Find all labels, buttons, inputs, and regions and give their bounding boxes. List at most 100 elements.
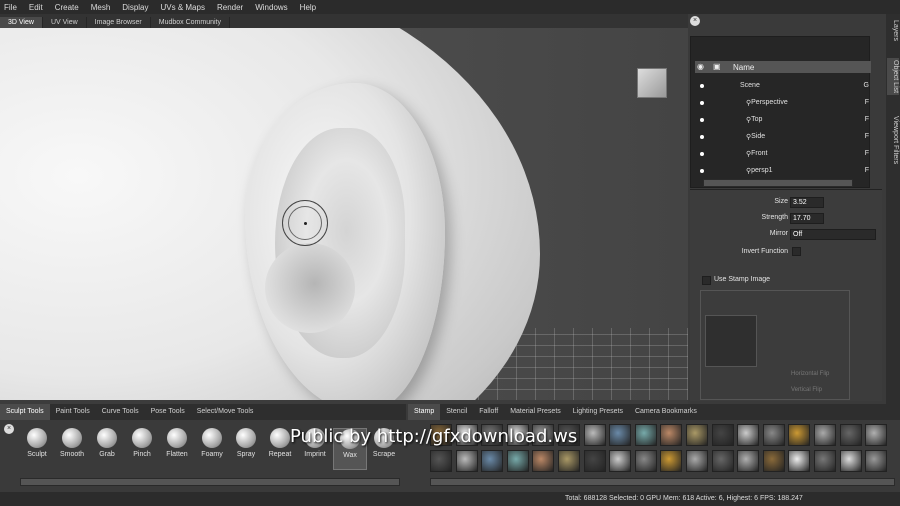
list-item[interactable]: Scene G bbox=[695, 77, 871, 94]
size-label: Size bbox=[774, 198, 788, 205]
visibility-dot[interactable] bbox=[700, 168, 704, 173]
tool-grab[interactable]: Grab bbox=[90, 428, 124, 470]
menu-display[interactable]: Display bbox=[122, 3, 148, 12]
stamp-swatch[interactable] bbox=[865, 450, 888, 472]
tab-3d-view[interactable]: 3D View bbox=[0, 17, 43, 28]
tab-lighting-presets[interactable]: Lighting Presets bbox=[567, 404, 629, 420]
stamp-swatch[interactable] bbox=[583, 450, 606, 472]
tool-sculpt[interactable]: Sculpt bbox=[20, 428, 54, 470]
tab-curve-tools[interactable]: Curve Tools bbox=[96, 404, 145, 420]
menu-file[interactable]: File bbox=[4, 3, 17, 12]
visibility-dot[interactable] bbox=[700, 100, 704, 105]
tab-paint-tools[interactable]: Paint Tools bbox=[50, 404, 96, 420]
tab-object-list[interactable]: Object List bbox=[887, 58, 899, 96]
status-text: Total: 688128 Selected: 0 GPU Mem: 618 A… bbox=[565, 495, 803, 502]
stamp-swatch[interactable] bbox=[865, 424, 888, 446]
stamp-swatch[interactable] bbox=[430, 450, 452, 472]
stamp-swatch[interactable] bbox=[737, 450, 760, 472]
view-cube[interactable] bbox=[637, 68, 667, 98]
lock-icon[interactable]: ▣ bbox=[713, 62, 725, 72]
mirror-select[interactable]: Off bbox=[790, 229, 876, 240]
stamp-tray-scrollbar[interactable] bbox=[430, 478, 895, 486]
stamp-swatch[interactable] bbox=[762, 424, 785, 446]
tab-mudbox-community[interactable]: Mudbox Community bbox=[151, 17, 230, 28]
stamp-checkbox[interactable] bbox=[702, 276, 711, 285]
tab-uv-view[interactable]: UV View bbox=[43, 17, 87, 28]
tool-foamy[interactable]: Foamy bbox=[195, 428, 229, 470]
tab-viewport-filters[interactable]: Viewport Filters bbox=[887, 114, 899, 166]
stamp-swatch[interactable] bbox=[634, 424, 657, 446]
brush-cursor bbox=[282, 200, 328, 246]
tab-camera-bookmarks[interactable]: Camera Bookmarks bbox=[629, 404, 703, 420]
stamp-swatch[interactable] bbox=[660, 424, 683, 446]
visibility-dot[interactable] bbox=[700, 134, 704, 139]
list-item[interactable]: ⚲ Front F bbox=[695, 145, 871, 162]
stamp-swatch[interactable] bbox=[583, 424, 606, 446]
tab-stencil[interactable]: Stencil bbox=[440, 404, 473, 420]
tool-flatten[interactable]: Flatten bbox=[160, 428, 194, 470]
stamp-swatch[interactable] bbox=[481, 450, 504, 472]
menu-create[interactable]: Create bbox=[55, 3, 79, 12]
menu-edit[interactable]: Edit bbox=[29, 3, 43, 12]
stamp-swatch[interactable] bbox=[609, 450, 632, 472]
menu-uvs-maps[interactable]: UVs & Maps bbox=[161, 3, 205, 12]
eye-icon[interactable]: ◉ bbox=[697, 62, 709, 72]
stamp-swatch[interactable] bbox=[660, 450, 683, 472]
menu-mesh[interactable]: Mesh bbox=[91, 3, 111, 12]
stamp-swatch[interactable] bbox=[814, 424, 836, 446]
stamp-swatch[interactable] bbox=[686, 450, 708, 472]
stamp-swatch[interactable] bbox=[737, 424, 760, 446]
stamp-swatch[interactable] bbox=[711, 424, 734, 446]
stamp-group: Vertical Flip Horizontal Flip bbox=[700, 290, 850, 400]
tab-pose-tools[interactable]: Pose Tools bbox=[145, 404, 191, 420]
stamp-swatch[interactable] bbox=[532, 450, 555, 472]
visibility-dot[interactable] bbox=[700, 117, 704, 122]
visibility-dot[interactable] bbox=[700, 151, 704, 156]
tool-smooth[interactable]: Smooth bbox=[55, 428, 89, 470]
smooth-icon bbox=[62, 428, 82, 448]
invert-checkbox[interactable] bbox=[792, 247, 801, 256]
stamp-swatch[interactable] bbox=[634, 450, 657, 472]
tab-layers[interactable]: Layers bbox=[887, 18, 899, 43]
stamp-preview[interactable] bbox=[705, 315, 757, 367]
tab-material-presets[interactable]: Material Presets bbox=[504, 404, 567, 420]
mirror-label: Mirror bbox=[769, 230, 788, 237]
menu-render[interactable]: Render bbox=[217, 3, 243, 12]
list-item[interactable]: ⚲ Perspective F bbox=[695, 94, 871, 111]
list-item[interactable]: ⚲ persp1 F bbox=[695, 162, 871, 179]
tool-spray[interactable]: Spray bbox=[229, 428, 263, 470]
list-item[interactable]: ⚲ Side F bbox=[695, 128, 871, 145]
stamp-swatch[interactable] bbox=[839, 424, 862, 446]
tab-sculpt-tools[interactable]: Sculpt Tools bbox=[0, 404, 50, 420]
spray-icon bbox=[236, 428, 256, 448]
tab-image-browser[interactable]: Image Browser bbox=[87, 17, 151, 28]
stamp-swatch[interactable] bbox=[839, 450, 862, 472]
menu-help[interactable]: Help bbox=[300, 3, 316, 12]
stamp-swatch[interactable] bbox=[558, 450, 580, 472]
outliner-h-scrollbar[interactable] bbox=[703, 179, 853, 187]
list-item[interactable]: ⚲ Top F bbox=[695, 111, 871, 128]
stamp-swatch[interactable] bbox=[455, 450, 478, 472]
stamp-swatch[interactable] bbox=[686, 424, 708, 446]
size-field[interactable]: 3.52 bbox=[790, 197, 824, 208]
invert-label: Invert Function bbox=[741, 248, 788, 255]
stamp-swatch[interactable] bbox=[609, 424, 632, 446]
tab-select-move-tools[interactable]: Select/Move Tools bbox=[191, 404, 260, 420]
visibility-dot[interactable] bbox=[700, 83, 704, 88]
close-icon[interactable]: × bbox=[4, 424, 14, 434]
right-panel: × ◉ ▣ Name Scene G ⚲ Perspective F ⚲ Top F ⚲ S… bbox=[688, 14, 900, 406]
stamp-swatch[interactable] bbox=[506, 450, 529, 472]
menu-windows[interactable]: Windows bbox=[255, 3, 287, 12]
tool-tray-scrollbar[interactable] bbox=[20, 478, 400, 486]
tool-pinch[interactable]: Pinch bbox=[125, 428, 159, 470]
tab-stamp[interactable]: Stamp bbox=[408, 404, 441, 420]
tab-falloff[interactable]: Falloff bbox=[473, 404, 504, 420]
strength-field[interactable]: 17.70 bbox=[790, 213, 824, 224]
stamp-swatch[interactable] bbox=[814, 450, 836, 472]
stamp-swatch[interactable] bbox=[762, 450, 785, 472]
stamp-swatch[interactable] bbox=[788, 450, 811, 472]
close-icon[interactable]: × bbox=[690, 16, 700, 26]
stamp-swatch[interactable] bbox=[788, 424, 811, 446]
viewport-3d[interactable] bbox=[0, 28, 688, 400]
stamp-swatch[interactable] bbox=[711, 450, 734, 472]
